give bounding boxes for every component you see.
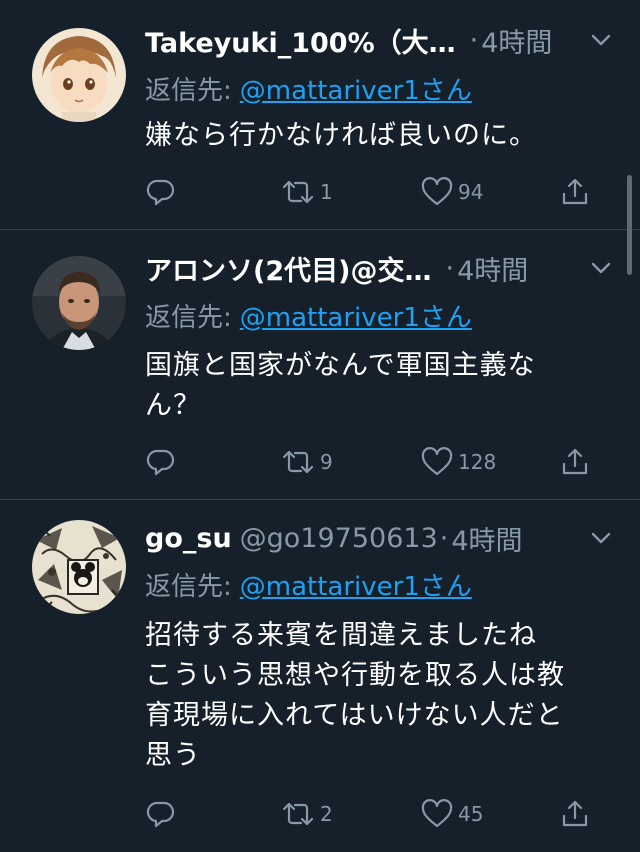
like-button[interactable]: 45 — [420, 794, 483, 834]
share-button[interactable] — [559, 172, 591, 212]
chevron-down-icon[interactable] — [590, 20, 612, 60]
tweet-text-line: 思う — [145, 740, 201, 771]
like-count: 94 — [458, 180, 484, 204]
separator-dot: · — [469, 24, 479, 56]
reply-feed: Takeyuki_100%（大… · 4時間 返信先: @mattariver1さ… — [0, 0, 640, 852]
anime-boy-avatar-image — [32, 28, 126, 122]
tweet-text-line: 育現場に入れてはいけない人だと — [145, 700, 564, 731]
reply-label: 返信先: — [145, 572, 232, 602]
like-count: 45 — [458, 802, 484, 826]
tweet-text-line: 招待する来賓を間違えましたね — [145, 620, 537, 651]
reply-button[interactable] — [145, 442, 177, 482]
tweet-text-line: こういう思想や行動を取る人は教 — [145, 660, 565, 691]
retweet-count: 9 — [320, 450, 333, 474]
reply-icon — [146, 179, 175, 206]
tweet-text: 国旗と国家がなんで軍国主義な ん？ — [145, 346, 605, 426]
tweet-header: Takeyuki_100%（大… · 4時間 — [145, 20, 610, 60]
avatar[interactable] — [32, 28, 126, 122]
retweet-button[interactable]: 9 — [280, 442, 333, 482]
tweet-actions: 9 128 — [145, 442, 605, 482]
tweet-card[interactable]: アロンソ(2代目)@交… · 4時間 返信先: @mattariver1さん 国旗… — [0, 230, 640, 500]
tweet-card[interactable]: Takeyuki_100%（大… · 4時間 返信先: @mattariver1さ… — [0, 0, 640, 230]
tweet-text: 招待する来賓を間違えましたね こういう思想や行動を取る人は教 育現場に入れてはい… — [145, 616, 605, 776]
reply-icon — [146, 449, 175, 476]
share-icon — [562, 800, 588, 827]
tweet-header: go_su @go19750613 · 4時間 — [145, 518, 610, 558]
reply-to-line: 返信先: @mattariver1さん — [145, 297, 472, 334]
like-icon — [421, 447, 453, 476]
display-name[interactable]: アロンソ(2代目)@交… — [145, 249, 431, 288]
like-icon — [421, 799, 453, 828]
display-name[interactable]: Takeyuki_100%（大… — [145, 21, 456, 60]
retweet-count: 1 — [320, 180, 333, 204]
like-icon — [421, 177, 453, 206]
retweet-count: 2 — [320, 802, 333, 826]
timestamp[interactable]: 4時間 — [451, 519, 522, 558]
chevron-down-icon[interactable] — [590, 248, 612, 288]
retweet-button[interactable]: 1 — [280, 172, 333, 212]
reply-to-line: 返信先: @mattariver1さん — [145, 566, 472, 603]
reply-mention-link[interactable]: @mattariver1さん — [240, 572, 472, 602]
separator-dot: · — [445, 252, 455, 284]
share-button[interactable] — [559, 442, 591, 482]
retweet-icon — [282, 180, 314, 204]
reply-icon — [146, 801, 175, 828]
manga-collage-avatar-image — [32, 520, 126, 614]
reply-button[interactable] — [145, 794, 177, 834]
chevron-down-icon[interactable] — [590, 518, 612, 558]
reply-button[interactable] — [145, 172, 177, 212]
retweet-icon — [282, 450, 314, 474]
display-name[interactable]: go_su — [145, 523, 232, 554]
tweet-text: 嫌なら行かなければ良いのに。 — [145, 116, 605, 156]
scrollbar[interactable] — [627, 175, 632, 275]
retweet-icon — [282, 802, 314, 826]
share-button[interactable] — [559, 794, 591, 834]
share-icon — [562, 448, 588, 475]
share-icon — [562, 178, 588, 205]
like-count: 128 — [458, 450, 497, 474]
like-button[interactable]: 128 — [420, 442, 496, 482]
separator-dot: · — [439, 522, 449, 554]
tweet-actions: 2 45 — [145, 794, 605, 834]
reply-label: 返信先: — [145, 303, 232, 333]
retweet-button[interactable]: 2 — [280, 794, 333, 834]
timestamp[interactable]: 4時間 — [457, 249, 528, 288]
like-button[interactable]: 94 — [420, 172, 483, 212]
timestamp[interactable]: 4時間 — [481, 21, 552, 60]
reply-to-line: 返信先: @mattariver1さん — [145, 70, 472, 107]
reply-label: 返信先: — [145, 76, 232, 106]
reply-mention-link[interactable]: @mattariver1さん — [240, 76, 472, 106]
tweet-text-line: ん？ — [145, 390, 201, 421]
user-handle[interactable]: @go19750613 — [240, 523, 438, 554]
avatar[interactable] — [32, 256, 126, 350]
tweet-text-line: 国旗と国家がなんで軍国主義な — [145, 350, 536, 381]
tweet-text-line: 嫌なら行かなければ良いのに。 — [145, 120, 537, 151]
reply-mention-link[interactable]: @mattariver1さん — [240, 303, 472, 333]
tweet-actions: 1 94 — [145, 172, 605, 212]
tweet-header: アロンソ(2代目)@交… · 4時間 — [145, 248, 610, 288]
photo-man-avatar-image — [32, 256, 126, 350]
avatar[interactable] — [32, 520, 126, 614]
tweet-card[interactable]: go_su @go19750613 · 4時間 返信先: @mattariver1… — [0, 500, 640, 852]
